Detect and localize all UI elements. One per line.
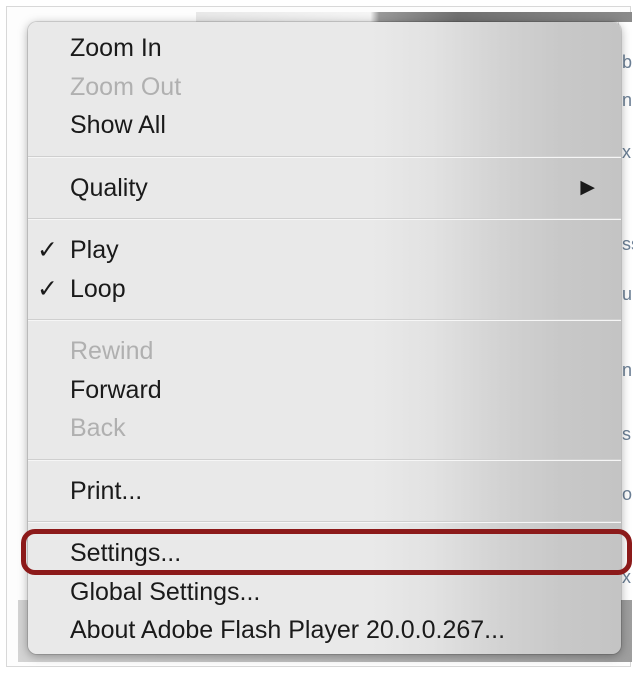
menu-item-label: Forward <box>70 375 162 404</box>
background-glyph: s <box>622 424 631 444</box>
menu-item-quality[interactable]: Quality ▶ <box>28 169 621 208</box>
checkmark-icon: ✓ <box>37 236 58 264</box>
flash-context-menu: Zoom In Zoom Out Show All Quality ▶ ✓ Pl… <box>28 22 621 654</box>
menu-item-label: Rewind <box>70 337 154 365</box>
menu-item-global-settings[interactable]: Global Settings... <box>28 573 621 612</box>
menu-item-play[interactable]: ✓ Play <box>28 231 621 270</box>
menu-item-label: Quality <box>70 173 148 202</box>
background-glyph: ss <box>622 234 633 254</box>
menu-item-forward[interactable]: Forward <box>28 371 621 410</box>
menu-item-print[interactable]: Print... <box>28 472 621 511</box>
menu-item-settings[interactable]: Settings... <box>28 534 621 573</box>
menu-item-label: Print... <box>70 476 143 505</box>
menu-item-show-all[interactable]: Show All <box>28 106 621 145</box>
checkmark-icon: ✓ <box>37 274 58 303</box>
background-glyph: o <box>622 484 633 504</box>
menu-item-label: Back <box>70 414 126 442</box>
background-glyph: nr <box>622 360 633 380</box>
background-glyph: n <box>622 90 633 110</box>
menu-item-label: Settings... <box>70 539 182 567</box>
menu-item-label: Show All <box>70 111 166 139</box>
menu-item-loop[interactable]: ✓ Loop <box>28 270 621 309</box>
background-glyph: x <box>622 567 631 587</box>
menu-item-label: Loop <box>70 274 126 303</box>
menu-separator <box>28 319 621 321</box>
menu-item-rewind: Rewind <box>28 332 621 371</box>
menu-item-about-flash-player[interactable]: About Adobe Flash Player 20.0.0.267... <box>28 611 621 650</box>
menu-item-back: Back <box>28 409 621 448</box>
background-glyph: b <box>622 52 633 72</box>
menu-item-label: Zoom Out <box>70 72 182 101</box>
menu-item-label: About Adobe Flash Player 20.0.0.267... <box>70 616 506 644</box>
menu-separator <box>28 521 621 523</box>
background-glyph: u <box>622 284 633 304</box>
background-toolbar <box>196 12 632 22</box>
menu-separator <box>28 155 621 158</box>
submenu-arrow-icon: ▶ <box>580 176 595 198</box>
menu-separator <box>28 458 621 461</box>
menu-item-label: Global Settings... <box>70 577 261 606</box>
background-glyph: x <box>622 142 631 162</box>
menu-item-label: Zoom In <box>70 34 162 62</box>
menu-item-label: Play <box>70 236 119 264</box>
menu-item-zoom-in[interactable]: Zoom In <box>28 29 621 68</box>
menu-item-zoom-out: Zoom Out <box>28 68 621 107</box>
menu-separator <box>28 218 621 220</box>
